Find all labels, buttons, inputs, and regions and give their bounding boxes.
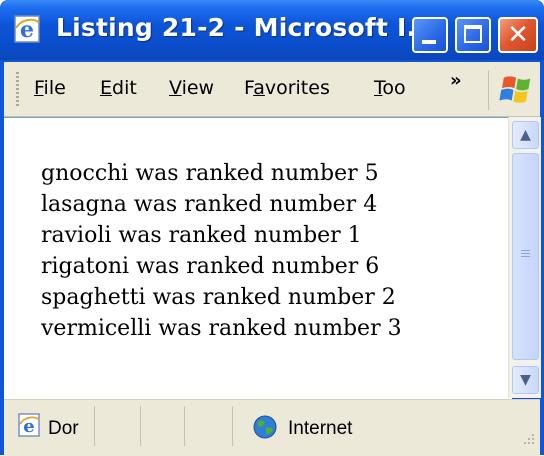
status-pane-divider [184,406,185,446]
text-line: lasagna was ranked number 4 [41,192,378,217]
resize-grip-icon[interactable] [520,430,536,446]
minimize-button[interactable] [412,17,448,53]
text-line: vermicelli was ranked number 3 [41,316,402,341]
close-button[interactable]: ✕ [498,17,538,53]
text-line: spaghetti was ranked number 2 [41,285,396,310]
ie-page-icon: e [18,413,40,437]
browser-window: e Listing 21-2 - Microsoft I... ✕ File E… [0,0,544,456]
status-pane-divider [94,406,95,446]
menu-view-rest: iew [181,77,215,99]
status-pane-divider [140,406,141,446]
menu-favorites[interactable]: Favorites [244,77,330,99]
scroll-up-button[interactable]: ▲ [512,121,539,149]
minimize-icon [422,40,436,44]
menu-bar: File Edit View Favorites Too » [4,62,540,117]
menu-overflow-chevron-icon[interactable]: » [450,70,462,91]
status-text: Dor [48,418,79,439]
menu-favorites-rest: vorites [264,77,330,99]
menu-view-accel: V [169,77,182,99]
window-title: Listing 21-2 - Microsoft I... [56,13,436,42]
maximize-icon [464,25,482,43]
text-line: gnocchi was ranked number 5 [41,161,379,186]
globe-icon [253,415,277,439]
menu-tools[interactable]: Too [374,77,406,99]
text-line: ravioli was ranked number 1 [41,223,362,248]
scroll-down-button[interactable]: ▼ [512,366,539,394]
menu-view[interactable]: View [169,77,214,99]
menu-file-accel: F [34,77,44,99]
menu-file[interactable]: File [34,77,66,99]
maximize-button[interactable] [455,17,491,53]
menu-file-rest: ile [43,77,66,99]
status-bar: e Dor Internet [4,399,540,456]
toolbar-grip[interactable] [16,72,19,106]
chevron-up-icon: ▲ [520,127,531,143]
chevron-down-icon: ▼ [520,372,531,388]
ie-icon[interactable]: e [12,14,42,44]
menu-edit[interactable]: Edit [100,77,137,99]
page-text-block: gnocchi was ranked number 5 lasagna was … [41,158,402,344]
page-content: gnocchi was ranked number 5 lasagna was … [4,117,512,399]
text-line: rigatoni was ranked number 6 [41,254,380,279]
menu-tools-rest: oo [382,77,406,99]
close-icon: ✕ [507,20,529,50]
zone-text: Internet [288,418,353,439]
thumb-grip-icon [521,250,530,258]
menu-favorites-pre: F [244,77,254,99]
vertical-scrollbar[interactable]: ▲ ▼ [508,117,541,398]
title-bar[interactable]: e Listing 21-2 - Microsoft I... ✕ [0,0,544,60]
scroll-thumb[interactable] [512,153,539,360]
status-pane-divider [232,406,233,446]
menu-edit-rest: dit [112,77,137,99]
windows-flag-icon [488,70,531,110]
menu-edit-accel: E [100,77,113,99]
menu-favorites-accel: a [253,77,265,99]
